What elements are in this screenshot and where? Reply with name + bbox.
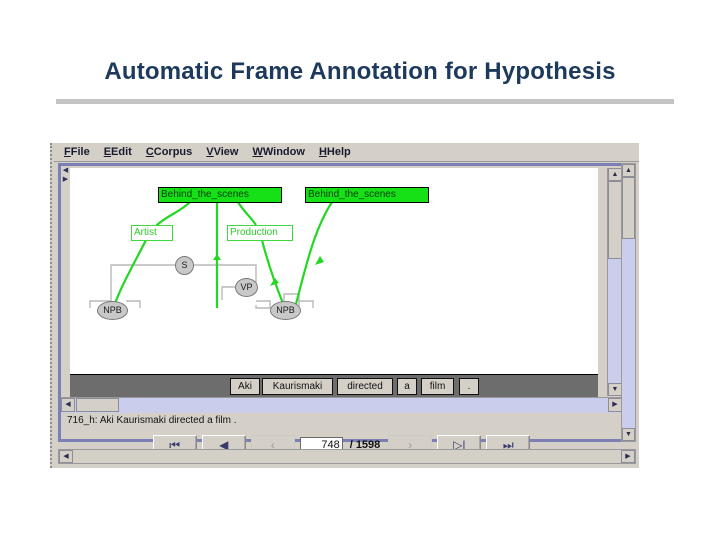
- syntax-node-s[interactable]: S: [175, 256, 194, 275]
- window-scroll-up-arrow-icon[interactable]: ▲: [622, 164, 635, 177]
- menu-item-corpus[interactable]: CCorpus: [146, 146, 192, 158]
- hscroll-left-arrow-icon[interactable]: ◀: [61, 398, 75, 412]
- menu-item-help[interactable]: HHelp: [319, 146, 351, 158]
- terminal-token-a[interactable]: a: [397, 378, 417, 395]
- frame-node-behind-the-scenes-1[interactable]: Behind_the_scenes: [158, 187, 282, 203]
- syntax-node-npb-right[interactable]: NPB: [270, 301, 301, 320]
- tree-pane-vertical-scrollbar[interactable]: ▲ ▼: [607, 168, 622, 396]
- menu-item-edit-label: Edit: [111, 146, 132, 158]
- role-node-artist[interactable]: Artist: [131, 225, 173, 241]
- window-scroll-right-arrow-icon[interactable]: ▶: [621, 450, 635, 463]
- title-divider: [56, 99, 674, 104]
- application-window: FFile EEdit CCorpus VView WWindow HHelp …: [50, 143, 639, 468]
- document-frame: ◀ ▶ Behind_the_scenes Behind_the_scenes …: [58, 163, 625, 456]
- window-vertical-scroll-thumb[interactable]: [622, 177, 635, 239]
- menu-item-window[interactable]: WWindow: [252, 146, 304, 158]
- sentence-status-text: 716_h: Aki Kaurismaki directed a film .: [67, 415, 237, 426]
- terminal-token-aki[interactable]: Aki: [230, 378, 260, 395]
- menu-item-view-label: View: [213, 146, 239, 158]
- menu-item-help-label: Help: [326, 146, 351, 158]
- frame-node-behind-the-scenes-2[interactable]: Behind_the_scenes: [305, 187, 429, 203]
- window-scroll-down-arrow-icon[interactable]: ▼: [622, 428, 635, 441]
- terminal-token-directed[interactable]: directed: [337, 378, 393, 395]
- terminal-band: Aki Kaurismaki directed a film .: [70, 374, 598, 397]
- terminal-token-period[interactable]: .: [459, 378, 479, 395]
- menu-item-window-label: Window: [262, 146, 305, 158]
- page-title: Automatic Frame Annotation for Hypothesi…: [104, 58, 616, 85]
- hscroll-right-arrow-icon[interactable]: ▶: [608, 398, 622, 412]
- window-scroll-left-arrow-icon[interactable]: ◀: [59, 450, 73, 463]
- scroll-left-arrow-icon[interactable]: ◀: [61, 166, 70, 175]
- menu-item-file[interactable]: FFile: [64, 146, 90, 158]
- window-vertical-scrollbar[interactable]: ▲ ▼: [621, 163, 636, 442]
- pane-scroll-arrows[interactable]: ◀ ▶: [61, 166, 70, 192]
- menu-item-file-label: File: [70, 146, 90, 158]
- menu-bar: FFile EEdit CCorpus VView WWindow HHelp: [54, 143, 639, 162]
- menu-item-view[interactable]: VView: [206, 146, 238, 158]
- scroll-up-arrow-icon[interactable]: ▲: [608, 168, 622, 181]
- syntax-node-npb-left[interactable]: NPB: [97, 301, 128, 320]
- window-horizontal-scrollbar[interactable]: ◀ ▶: [58, 449, 636, 464]
- syntax-node-vp[interactable]: VP: [235, 278, 258, 297]
- scroll-right-arrow-icon[interactable]: ▶: [61, 175, 70, 184]
- tree-pane-horizontal-scrollbar[interactable]: ◀ ▶: [61, 397, 622, 413]
- menu-item-corpus-label: Corpus: [153, 146, 193, 158]
- menu-item-edit[interactable]: EEdit: [104, 146, 132, 158]
- scroll-down-arrow-icon[interactable]: ▼: [608, 383, 622, 396]
- terminal-token-kaurismaki[interactable]: Kaurismaki: [262, 378, 333, 395]
- horizontal-scroll-thumb[interactable]: [76, 398, 119, 412]
- terminal-token-film[interactable]: film: [421, 378, 454, 395]
- role-node-production[interactable]: Production: [227, 225, 293, 241]
- vertical-scroll-track[interactable]: [608, 181, 622, 383]
- parse-tree-canvas[interactable]: Behind_the_scenes Behind_the_scenes Arti…: [70, 168, 598, 374]
- vertical-scroll-thumb[interactable]: [608, 181, 622, 259]
